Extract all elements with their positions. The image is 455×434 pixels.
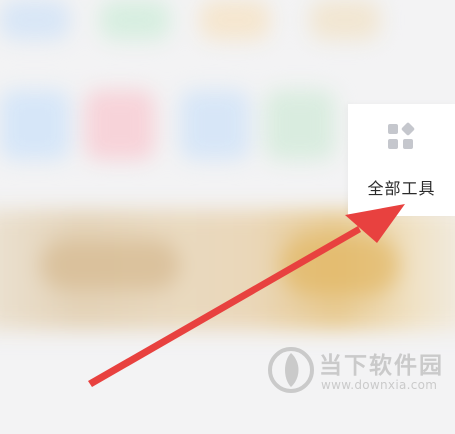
blurred-tile — [0, 0, 70, 40]
grid-apps-icon — [386, 122, 416, 152]
all-tools-label: 全部工具 — [367, 179, 436, 198]
blurred-banner-highlight — [280, 235, 400, 295]
blurred-tile — [0, 90, 70, 160]
blurred-tile — [200, 0, 270, 40]
blurred-tile — [310, 0, 380, 40]
blurred-tile — [85, 90, 155, 160]
downxia-logo-icon — [268, 347, 314, 393]
watermark: 当下软件园 www.downxia.com — [268, 344, 450, 400]
blurred-tile — [180, 90, 250, 160]
all-tools-button[interactable]: 全部工具 — [348, 104, 455, 216]
blurred-tile — [265, 90, 335, 160]
blurred-tile — [100, 0, 170, 40]
blurred-banner-highlight — [40, 240, 180, 290]
watermark-name: 当下软件园 — [319, 353, 444, 379]
blurred-banner — [0, 210, 455, 330]
watermark-url: www.downxia.com — [321, 378, 438, 392]
